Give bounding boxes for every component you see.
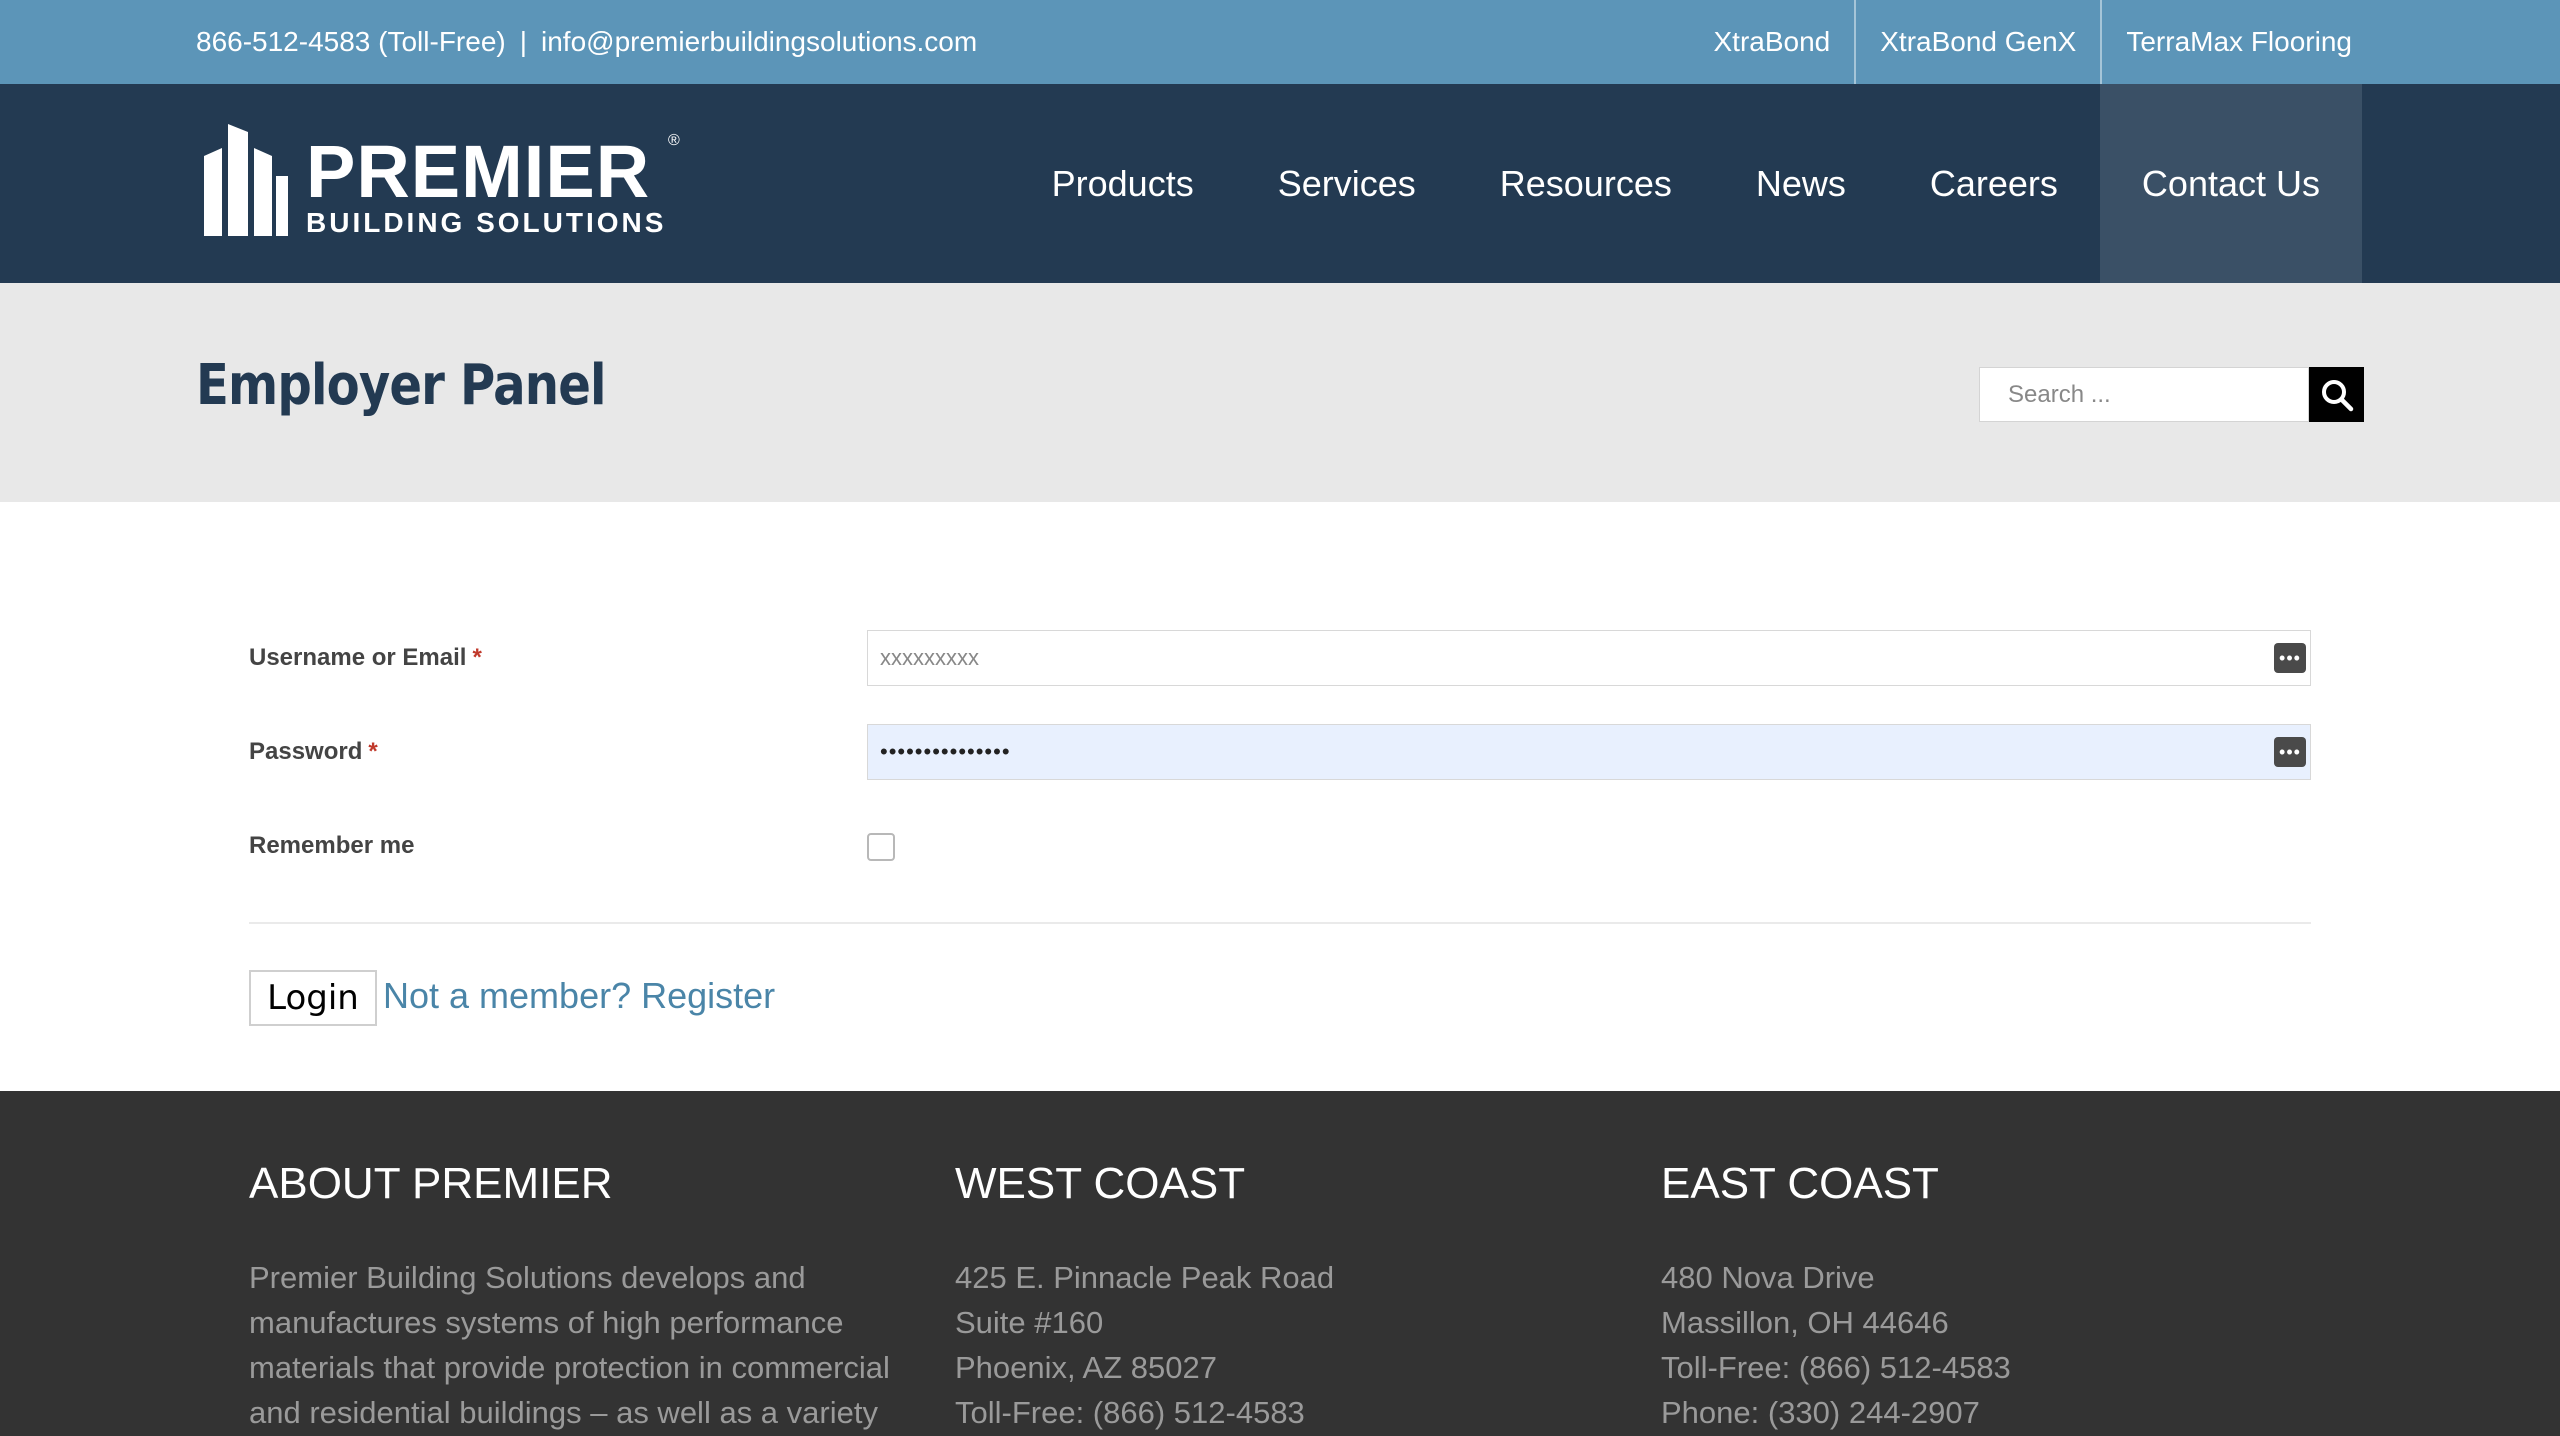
password-value: ••••••••••••••• bbox=[880, 739, 1011, 764]
password-label: Password * bbox=[249, 738, 378, 765]
footer-west-phone[interactable]: Toll-Free: (866) 512-4583 bbox=[955, 1390, 1615, 1435]
search-input[interactable] bbox=[1979, 367, 2309, 422]
main-header: PREMIER ® BUILDING SOLUTIONS Products Se… bbox=[0, 84, 2560, 283]
username-row: Username or Email * xxxxxxxxx ••• bbox=[249, 630, 2311, 686]
footer: ABOUT PREMIER Premier Building Solutions… bbox=[0, 1091, 2560, 1436]
remember-row: Remember me bbox=[249, 818, 2311, 874]
contact-separator: | bbox=[519, 26, 527, 57]
search-icon bbox=[2321, 379, 2353, 411]
remember-checkbox[interactable] bbox=[867, 833, 895, 861]
password-manager-icon[interactable]: ••• bbox=[2274, 737, 2306, 767]
password-manager-icon[interactable]: ••• bbox=[2274, 643, 2306, 673]
nav-services[interactable]: Services bbox=[1236, 84, 1458, 283]
top-bar: 866-512-4583 (Toll-Free) | info@premierb… bbox=[0, 0, 2560, 84]
search-form bbox=[1979, 367, 2364, 422]
top-link-xtrabond-genx[interactable]: XtraBond GenX bbox=[1856, 0, 2103, 84]
footer-west-coast: WEST COAST 425 E. Pinnacle Peak Road Sui… bbox=[955, 1159, 1615, 1435]
footer-about-line: manufactures systems of high performance bbox=[249, 1305, 844, 1340]
footer-west-heading: WEST COAST bbox=[955, 1159, 1246, 1208]
email-link[interactable]: info@premierbuildingsolutions.com bbox=[541, 26, 977, 58]
register-link[interactable]: Not a member? Register bbox=[383, 968, 775, 1024]
footer-about-heading: ABOUT PREMIER bbox=[249, 1159, 613, 1208]
footer-about-line: Premier Building Solutions develops and bbox=[249, 1260, 806, 1295]
top-link-terramax-flooring[interactable]: TerraMax Flooring bbox=[2102, 0, 2352, 84]
logo-registered-mark: ® bbox=[668, 132, 680, 149]
top-link-xtrabond[interactable]: XtraBond bbox=[1689, 0, 1857, 84]
username-value: xxxxxxxxx bbox=[880, 645, 979, 670]
nav-news[interactable]: News bbox=[1714, 84, 1888, 283]
required-mark: * bbox=[368, 738, 378, 765]
nav-products[interactable]: Products bbox=[1010, 84, 1236, 283]
footer-west-line: 425 E. Pinnacle Peak Road bbox=[955, 1260, 1335, 1295]
footer-east-line: 480 Nova Drive bbox=[1661, 1260, 1875, 1295]
footer-east-phone[interactable]: Phone: (330) 244-2907 bbox=[1661, 1390, 2321, 1435]
search-button[interactable] bbox=[2309, 367, 2364, 422]
footer-east-line: Massillon, OH 44646 bbox=[1661, 1305, 1949, 1340]
page-title: Employer Panel bbox=[196, 353, 607, 418]
nav-contact-us[interactable]: Contact Us bbox=[2099, 84, 2362, 283]
footer-west-line: Suite #160 bbox=[955, 1305, 1104, 1340]
logo-wordmark: PREMIER bbox=[306, 130, 651, 213]
building-icon bbox=[204, 124, 288, 236]
logo-subtitle: BUILDING SOLUTIONS bbox=[306, 207, 667, 238]
nav-resources[interactable]: Resources bbox=[1458, 84, 1714, 283]
password-field[interactable]: ••••••••••••••• ••• bbox=[867, 724, 2311, 780]
form-divider bbox=[249, 922, 2311, 924]
footer-east-coast: EAST COAST 480 Nova Drive Massillon, OH … bbox=[1661, 1159, 2321, 1435]
required-mark: * bbox=[472, 644, 482, 671]
main-nav: Products Services Resources News Careers… bbox=[1010, 84, 2362, 283]
nav-careers[interactable]: Careers bbox=[1888, 84, 2100, 283]
footer-about-line: and residential buildings – as well as a… bbox=[249, 1395, 878, 1430]
remember-label: Remember me bbox=[249, 832, 415, 859]
page-title-bar: Employer Panel bbox=[0, 283, 2560, 502]
login-button[interactable]: Login bbox=[249, 970, 377, 1026]
username-field[interactable]: xxxxxxxxx ••• bbox=[867, 630, 2311, 686]
footer-west-line: Phoenix, AZ 85027 bbox=[955, 1350, 1217, 1385]
password-row: Password * ••••••••••••••• ••• bbox=[249, 724, 2311, 780]
footer-east-phone[interactable]: Toll-Free: (866) 512-4583 bbox=[1661, 1345, 2321, 1390]
top-contact: 866-512-4583 (Toll-Free) | info@premierb… bbox=[196, 0, 977, 84]
top-product-links: XtraBond XtraBond GenX TerraMax Flooring bbox=[1689, 0, 2352, 84]
username-label: Username or Email * bbox=[249, 644, 482, 671]
footer-east-heading: EAST COAST bbox=[1661, 1159, 1939, 1208]
premier-logo[interactable]: PREMIER ® BUILDING SOLUTIONS bbox=[200, 124, 690, 244]
phone-link[interactable]: 866-512-4583 (Toll-Free) bbox=[196, 26, 506, 58]
footer-about: ABOUT PREMIER Premier Building Solutions… bbox=[249, 1159, 909, 1436]
footer-about-line: materials that provide protection in com… bbox=[249, 1350, 890, 1385]
